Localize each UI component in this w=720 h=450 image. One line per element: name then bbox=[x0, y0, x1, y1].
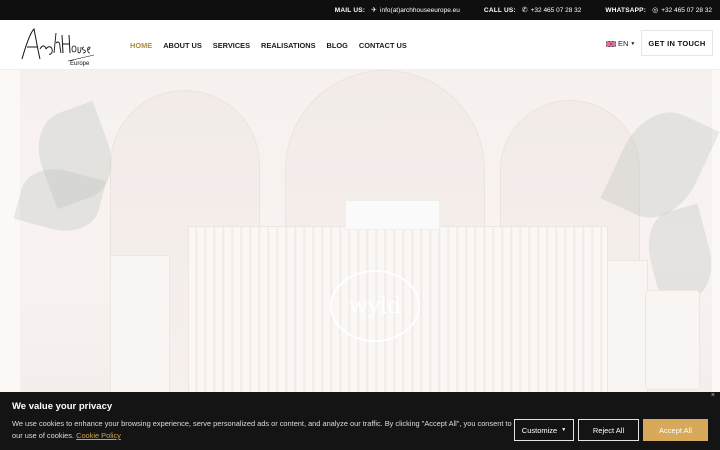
hero-image: wyld bbox=[0, 70, 720, 392]
nav-realisations[interactable]: REALISATIONS bbox=[261, 41, 315, 50]
nav-services[interactable]: SERVICES bbox=[213, 41, 250, 50]
wyld-sign: wyld bbox=[330, 270, 420, 342]
close-icon[interactable]: × bbox=[711, 392, 715, 399]
reject-all-button[interactable]: Reject All bbox=[578, 419, 639, 441]
site-header: Europe HOME ABOUT US SERVICES REALISATIO… bbox=[0, 20, 720, 70]
mail-group[interactable]: MAIL US: ✈ info(at)archhouseeurope.eu bbox=[334, 6, 460, 15]
call-group[interactable]: CALL US: ✆ +32 465 07 28 32 bbox=[483, 6, 582, 15]
nav-about-us[interactable]: ABOUT US bbox=[163, 41, 202, 50]
phone-icon: ✆ bbox=[521, 7, 528, 14]
whatsapp-value[interactable]: +32 465 07 28 32 bbox=[661, 7, 712, 14]
main-nav: HOME ABOUT US SERVICES REALISATIONS BLOG… bbox=[130, 20, 418, 70]
top-contact-bar: MAIL US: ✈ info(at)archhouseeurope.eu CA… bbox=[0, 0, 720, 20]
hero-backdrop: wyld bbox=[13, 70, 720, 392]
caret-down-icon: ▼ bbox=[561, 427, 567, 433]
call-label: CALL US: bbox=[483, 6, 516, 14]
mail-label: MAIL US: bbox=[334, 6, 366, 14]
language-code: EN bbox=[618, 39, 629, 48]
logo-europe-text: Europe bbox=[70, 61, 90, 67]
whatsapp-group[interactable]: WHATSAPP: ◎ +32 465 07 28 32 bbox=[605, 6, 712, 15]
get-in-touch-button[interactable]: GET IN TOUCH bbox=[641, 30, 713, 56]
cookie-title: We value your privacy bbox=[12, 401, 113, 412]
right-vase bbox=[645, 290, 700, 390]
whatsapp-icon: ◎ bbox=[652, 7, 659, 14]
cookie-banner: × We value your privacy We use cookies t… bbox=[0, 392, 720, 450]
nav-blog[interactable]: BLOG bbox=[327, 41, 348, 50]
customize-label: Customize bbox=[521, 425, 558, 435]
paper-plane-icon: ✈ bbox=[371, 7, 378, 14]
language-selector[interactable]: EN ▼ bbox=[606, 39, 635, 48]
customize-button[interactable]: Customize ▼ bbox=[514, 419, 574, 441]
mail-value[interactable]: info(at)archhouseeurope.eu bbox=[380, 7, 460, 14]
cookie-policy-link[interactable]: Cookie Policy bbox=[76, 431, 121, 440]
accept-all-button[interactable]: Accept All bbox=[643, 419, 708, 441]
left-pedestal bbox=[110, 255, 170, 392]
archhouse-logo[interactable]: Europe bbox=[18, 25, 98, 67]
uk-flag-icon bbox=[606, 40, 616, 47]
caret-down-icon: ▼ bbox=[630, 40, 636, 47]
monitor bbox=[345, 200, 440, 230]
whatsapp-label: WHATSAPP: bbox=[605, 6, 647, 14]
nav-contact-us[interactable]: CONTACT US bbox=[359, 41, 407, 50]
nav-home[interactable]: HOME bbox=[130, 41, 152, 50]
call-value[interactable]: +32 465 07 28 32 bbox=[531, 7, 582, 14]
cookie-text: We use cookies to enhance your browsing … bbox=[12, 418, 512, 442]
